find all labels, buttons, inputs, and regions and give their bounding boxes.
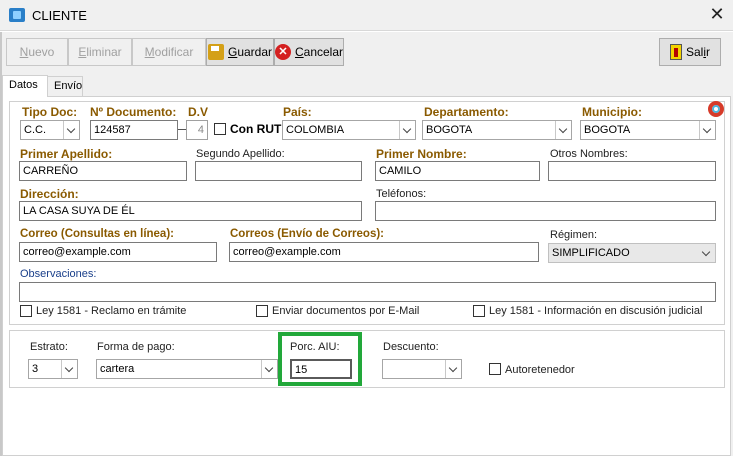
- new-button[interactable]: Nuevo: [6, 38, 68, 66]
- autoretenedor-checkbox[interactable]: [489, 363, 501, 375]
- tab-datos[interactable]: Datos: [2, 75, 48, 97]
- departamento-select[interactable]: BOGOTA: [422, 120, 572, 140]
- correo-envio-input[interactable]: correo@example.com: [229, 242, 539, 262]
- chevron-down-icon: [555, 121, 571, 139]
- dv-separator: [178, 129, 186, 130]
- chevron-down-icon: [63, 121, 79, 139]
- window-title: CLIENTE: [32, 8, 87, 23]
- correo-consultas-label: Correo (Consultas en línea):: [20, 228, 174, 240]
- exit-icon: [669, 44, 682, 60]
- chevron-down-icon: [699, 244, 715, 262]
- divider: [0, 31, 733, 32]
- pais-select[interactable]: COLOMBIA: [282, 120, 416, 140]
- dv-label: D.V: [188, 105, 209, 119]
- estrato-select[interactable]: 3: [28, 359, 78, 379]
- otros-nombres-input[interactable]: [548, 161, 716, 181]
- correo-consultas-input[interactable]: correo@example.com: [19, 242, 217, 262]
- chevron-down-icon: [261, 360, 277, 378]
- enviar-email-checkbox[interactable]: [256, 305, 268, 317]
- primer-apellido-label: Primer Apellido:: [20, 147, 113, 161]
- municipio-label: Municipio:: [582, 105, 642, 119]
- chevron-down-icon: [61, 360, 77, 378]
- porc-aiu-label: Porc. AIU:: [290, 341, 340, 353]
- chevron-down-icon: [699, 121, 715, 139]
- primer-nombre-label: Primer Nombre:: [376, 147, 467, 161]
- title-bar: [0, 0, 733, 31]
- primer-nombre-input[interactable]: CAMILO: [375, 161, 540, 181]
- estrato-label: Estrato:: [30, 341, 68, 353]
- telefonos-label: Teléfonos:: [376, 188, 427, 200]
- con-rut-label: Con RUT: [230, 122, 282, 136]
- enviar-email-label: Enviar documentos por E-Mail: [272, 305, 420, 317]
- dv-input[interactable]: 4: [186, 120, 208, 140]
- exit-button[interactable]: Salir: [659, 38, 721, 66]
- tipo-doc-label: Tipo Doc:: [22, 105, 78, 119]
- forma-pago-label: Forma de pago:: [97, 341, 175, 353]
- correo-envio-label: Correos (Envío de Correos):: [230, 228, 384, 240]
- tipo-doc-select[interactable]: C.C.: [20, 120, 80, 140]
- pais-label: País:: [283, 105, 312, 119]
- ley1581-info-checkbox[interactable]: [473, 305, 485, 317]
- autoretenedor-label: Autoretenedor: [505, 364, 575, 376]
- observaciones-input[interactable]: [19, 282, 716, 302]
- cancel-button[interactable]: ✕ Cancelar: [274, 38, 344, 66]
- save-icon: [207, 44, 224, 60]
- municipio-select[interactable]: BOGOTA: [580, 120, 716, 140]
- app-icon: [9, 8, 25, 22]
- descuento-select[interactable]: [382, 359, 462, 379]
- chevron-down-icon: [445, 360, 461, 378]
- save-button[interactable]: Guardar: [206, 38, 274, 66]
- telefonos-input[interactable]: [375, 201, 716, 221]
- help-lifebuoy-icon[interactable]: [708, 101, 724, 117]
- otros-nombres-label: Otros Nombres:: [550, 148, 628, 160]
- primer-apellido-input[interactable]: CARREÑO: [19, 161, 187, 181]
- num-doc-input[interactable]: 124587: [90, 120, 178, 140]
- regimen-select[interactable]: SIMPLIFICADO: [548, 243, 716, 263]
- chevron-down-icon: [399, 121, 415, 139]
- regimen-label: Régimen:: [550, 229, 598, 241]
- ley1581-info-label: Ley 1581 - Información en discusión judi…: [489, 305, 703, 317]
- ley1581-reclamo-label: Ley 1581 - Reclamo en trámite: [36, 305, 187, 317]
- con-rut-checkbox[interactable]: [214, 123, 226, 135]
- segundo-apellido-label: Segundo Apellido:: [196, 148, 285, 160]
- cancel-icon: ✕: [275, 44, 291, 60]
- direccion-input[interactable]: LA CASA SUYA DE ÉL: [19, 201, 362, 221]
- forma-pago-select[interactable]: cartera: [96, 359, 278, 379]
- direccion-label: Dirección:: [20, 187, 79, 201]
- close-icon[interactable]: ✕: [707, 4, 727, 24]
- descuento-label: Descuento:: [383, 341, 439, 353]
- departamento-label: Departamento:: [424, 105, 509, 119]
- segundo-apellido-input[interactable]: [195, 161, 362, 181]
- ley1581-reclamo-checkbox[interactable]: [20, 305, 32, 317]
- edit-button[interactable]: Modificar: [132, 38, 206, 66]
- observaciones-label: Observaciones:: [20, 268, 97, 280]
- tab-envio[interactable]: Envío: [47, 76, 83, 96]
- delete-button[interactable]: Eliminar: [68, 38, 132, 66]
- porc-aiu-input[interactable]: 15: [290, 359, 352, 379]
- num-doc-label: Nº Documento:: [90, 105, 177, 119]
